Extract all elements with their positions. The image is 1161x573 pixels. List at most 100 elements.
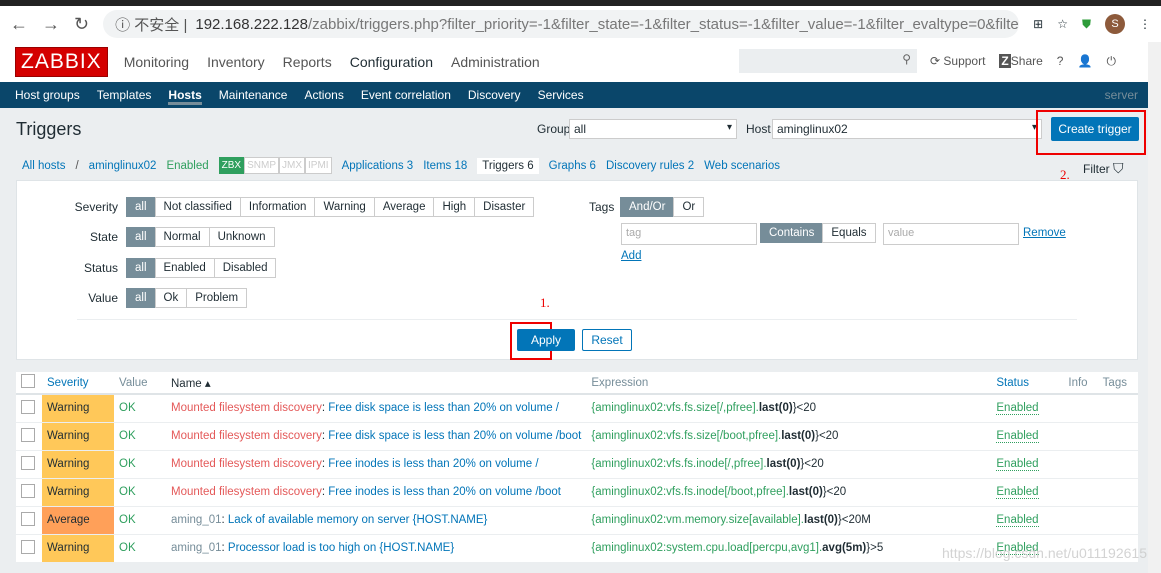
applications-link[interactable]: Applications 3: [342, 160, 414, 172]
value-option-ok[interactable]: Ok: [154, 288, 188, 308]
col-status[interactable]: Status: [991, 372, 1064, 395]
status-toggle[interactable]: Enabled: [996, 458, 1039, 471]
expression-item-link[interactable]: {aminglinux02:vfs.fs.inode[/,pfree].: [591, 458, 766, 470]
severity-option-all[interactable]: all: [126, 197, 156, 217]
status-toggle[interactable]: Enabled: [996, 430, 1039, 443]
severity-option-high[interactable]: High: [433, 197, 476, 217]
expression-item-link[interactable]: {aminglinux02:vm.memory.size[available].: [591, 514, 804, 526]
trigger-source-link[interactable]: aming_01: [171, 514, 222, 526]
tag-input[interactable]: tag: [621, 223, 757, 245]
expression-item-link[interactable]: {aminglinux02:system.cpu.load[percpu,avg…: [591, 542, 822, 554]
status-option-enabled[interactable]: Enabled: [154, 258, 215, 278]
severity-option-warning[interactable]: Warning: [314, 197, 375, 217]
host-select[interactable]: aminglinux02: [772, 119, 1042, 139]
expression-item-link[interactable]: {aminglinux02:vfs.fs.inode[/boot,pfree].: [591, 486, 789, 498]
submenu-services[interactable]: Services: [538, 88, 584, 102]
support-link[interactable]: ⟳ Support: [930, 54, 985, 69]
value-option-all[interactable]: all: [126, 288, 156, 308]
triggers-link[interactable]: Triggers 6: [477, 157, 539, 174]
state-option-normal[interactable]: Normal: [154, 227, 210, 247]
trigger-name-link[interactable]: Lack of available memory on server {HOST…: [228, 514, 488, 526]
submenu-actions[interactable]: Actions: [304, 88, 343, 102]
menu-reports[interactable]: Reports: [283, 54, 332, 70]
tags-option-and-or[interactable]: And/Or: [620, 197, 675, 217]
col-severity[interactable]: Severity: [42, 372, 114, 395]
share-link[interactable]: Z Share: [999, 54, 1043, 69]
status-toggle[interactable]: Enabled: [996, 514, 1039, 527]
filter-toggle[interactable]: Filter ⛉: [1083, 160, 1124, 177]
trigger-name-link[interactable]: Processor load is too high on {HOST.NAME…: [228, 542, 454, 554]
search-input[interactable]: ⚲: [739, 49, 917, 73]
status-toggle[interactable]: Enabled: [996, 402, 1039, 416]
logout-icon[interactable]: ⏻: [1106, 54, 1116, 69]
trigger-source-link[interactable]: Mounted filesystem discovery: [171, 430, 322, 442]
status-toggle[interactable]: Enabled: [996, 486, 1039, 499]
select-all-checkbox[interactable]: [21, 374, 35, 388]
menu-monitoring[interactable]: Monitoring: [124, 54, 189, 70]
discovery-rules-link[interactable]: Discovery rules 2: [606, 160, 694, 172]
remove-tag-link[interactable]: Remove: [1023, 227, 1066, 239]
row-checkbox[interactable]: [21, 539, 35, 554]
ops-option-equals[interactable]: Equals: [822, 223, 876, 243]
ops-option-contains[interactable]: Contains: [760, 223, 824, 243]
state-option-all[interactable]: all: [126, 227, 156, 247]
avatar[interactable]: S: [1105, 14, 1125, 34]
trigger-name-link[interactable]: Free inodes is less than 20% on volume /…: [328, 486, 561, 498]
host-link[interactable]: aminglinux02: [89, 160, 157, 172]
row-checkbox[interactable]: [21, 399, 35, 414]
trigger-name-link[interactable]: Free disk space is less than 20% on volu…: [328, 402, 559, 414]
menu-icon[interactable]: ⋮: [1139, 17, 1151, 31]
submenu-hosts[interactable]: Hosts: [168, 85, 202, 105]
web-scenarios-link[interactable]: Web scenarios: [704, 160, 780, 172]
back-icon[interactable]: ←: [10, 14, 28, 35]
submenu-discovery[interactable]: Discovery: [468, 88, 521, 102]
row-checkbox[interactable]: [21, 427, 35, 442]
menu-inventory[interactable]: Inventory: [207, 54, 265, 70]
trigger-source-link[interactable]: aming_01: [171, 542, 222, 554]
submenu-maintenance[interactable]: Maintenance: [219, 88, 288, 102]
items-link[interactable]: Items 18: [423, 160, 467, 172]
reset-button[interactable]: Reset: [582, 329, 632, 351]
bookmark-star-icon[interactable]: ☆: [1057, 17, 1068, 31]
add-tag-link[interactable]: Add: [621, 250, 641, 262]
submenu-templates[interactable]: Templates: [97, 88, 152, 102]
graphs-link[interactable]: Graphs 6: [549, 160, 596, 172]
trigger-source-link[interactable]: Mounted filesystem discovery: [171, 486, 322, 498]
trigger-name-link[interactable]: Free inodes is less than 20% on volume /: [328, 458, 538, 470]
value-option-problem[interactable]: Problem: [186, 288, 248, 308]
row-checkbox[interactable]: [21, 511, 35, 526]
status-option-disabled[interactable]: Disabled: [213, 258, 277, 278]
reload-icon[interactable]: ↻: [74, 14, 89, 35]
forward-icon[interactable]: →: [42, 14, 60, 35]
expression-item-link[interactable]: {aminglinux02:vfs.fs.size[/boot,pfree].: [591, 430, 781, 442]
group-select[interactable]: all: [569, 119, 737, 139]
submenu-host-groups[interactable]: Host groups: [15, 88, 80, 102]
apply-button[interactable]: Apply: [517, 329, 575, 351]
help-icon[interactable]: ?: [1057, 54, 1064, 69]
col-name[interactable]: Name ▴: [166, 372, 587, 395]
tag-value-input[interactable]: value: [883, 223, 1019, 245]
severity-option-not-classified[interactable]: Not classified: [154, 197, 241, 217]
row-checkbox[interactable]: [21, 483, 35, 498]
menu-configuration[interactable]: Configuration: [350, 54, 433, 70]
severity-option-disaster[interactable]: Disaster: [474, 197, 535, 217]
scrollbar[interactable]: [1148, 42, 1161, 573]
trigger-source-link[interactable]: Mounted filesystem discovery: [171, 402, 322, 414]
tags-option-or[interactable]: Or: [673, 197, 705, 217]
trigger-name-link[interactable]: Free disk space is less than 20% on volu…: [328, 430, 581, 442]
row-checkbox[interactable]: [21, 455, 35, 470]
user-profile-icon[interactable]: 👤: [1077, 54, 1092, 69]
all-hosts-link[interactable]: All hosts: [22, 160, 65, 172]
severity-option-information[interactable]: Information: [239, 197, 316, 217]
status-option-all[interactable]: all: [126, 258, 156, 278]
host-status[interactable]: Enabled: [166, 160, 208, 172]
shield-extension-icon[interactable]: ⛊: [1082, 17, 1091, 32]
trigger-source-link[interactable]: Mounted filesystem discovery: [171, 458, 322, 470]
menu-administration[interactable]: Administration: [451, 54, 540, 70]
zabbix-logo[interactable]: ZABBIX: [15, 47, 108, 77]
severity-option-average[interactable]: Average: [373, 197, 435, 217]
translate-icon[interactable]: ⊞: [1033, 17, 1043, 31]
submenu-event-correlation[interactable]: Event correlation: [361, 88, 451, 102]
expression-item-link[interactable]: {aminglinux02:vfs.fs.size[/,pfree].: [591, 402, 758, 414]
state-option-unknown[interactable]: Unknown: [208, 227, 275, 247]
